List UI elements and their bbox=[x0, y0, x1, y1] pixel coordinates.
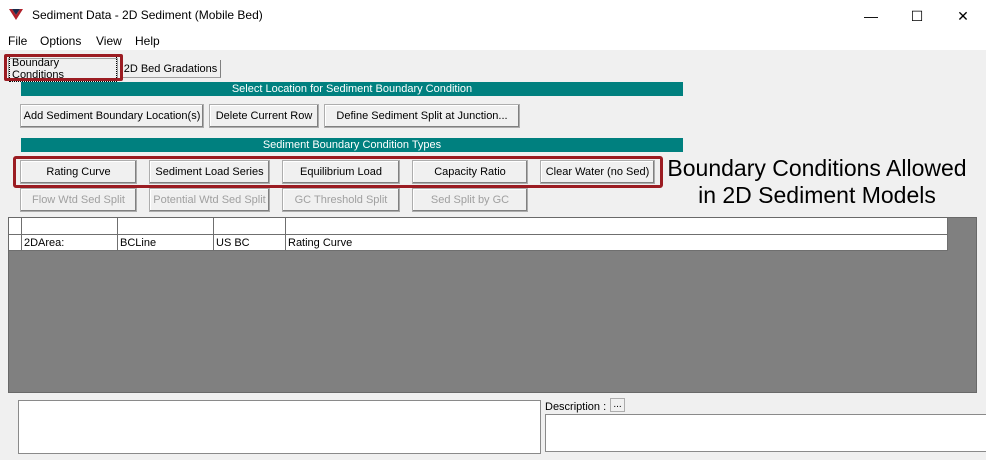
close-button[interactable]: ✕ bbox=[940, 0, 986, 32]
menu-options[interactable]: Options bbox=[40, 34, 81, 48]
sed-split-by-gc-button: Sed Split by GC bbox=[412, 188, 528, 212]
description-label: Description : bbox=[545, 401, 607, 413]
location-section-header: Select Location for Sediment Boundary Co… bbox=[21, 82, 683, 96]
table-row-selector[interactable] bbox=[9, 235, 22, 251]
gc-threshold-split-button: GC Threshold Split bbox=[282, 188, 400, 212]
menu-file[interactable]: File bbox=[8, 34, 27, 48]
grid-header-cell bbox=[286, 218, 948, 235]
hec-ras-app-icon bbox=[9, 9, 23, 20]
menu-view[interactable]: View bbox=[96, 34, 122, 48]
annotation-text: Boundary Conditions Allowed in 2D Sedime… bbox=[667, 155, 967, 209]
tab-2d-bed-gradations[interactable]: 2D Bed Gradations bbox=[121, 60, 221, 78]
description-ellipsis-button[interactable]: ... bbox=[610, 398, 625, 412]
grid-header-cell bbox=[9, 218, 22, 235]
annotation-line-1: Boundary Conditions Allowed bbox=[667, 155, 967, 181]
minimize-button[interactable]: — bbox=[848, 0, 894, 32]
grid-cell-area[interactable]: 2DArea: bbox=[22, 235, 118, 251]
menu-help[interactable]: Help bbox=[135, 34, 160, 48]
annotation-line-2: in 2D Sediment Models bbox=[698, 182, 936, 208]
grid-cell-bc-location[interactable]: US BC bbox=[214, 235, 286, 251]
notes-textbox[interactable] bbox=[18, 400, 541, 454]
potential-wtd-sed-split-button: Potential Wtd Sed Split bbox=[149, 188, 270, 212]
menu-bar: File Options View Help bbox=[0, 32, 986, 50]
allowed-types-highlight-box bbox=[13, 156, 663, 188]
description-textbox[interactable] bbox=[545, 414, 986, 452]
grid-header-cell bbox=[214, 218, 286, 235]
tab-highlight-box bbox=[4, 54, 123, 81]
grid-header-cell bbox=[22, 218, 118, 235]
grid-cell-bc-type[interactable]: Rating Curve bbox=[286, 235, 948, 251]
delete-current-row-button[interactable]: Delete Current Row bbox=[209, 104, 319, 128]
types-section-header: Sediment Boundary Condition Types bbox=[21, 138, 683, 152]
define-sediment-split-button[interactable]: Define Sediment Split at Junction... bbox=[324, 104, 520, 128]
maximize-button[interactable]: ☐ bbox=[894, 0, 940, 32]
window-title: Sediment Data - 2D Sediment (Mobile Bed) bbox=[32, 8, 263, 22]
flow-wtd-sed-split-button: Flow Wtd Sed Split bbox=[20, 188, 137, 212]
title-bar: Sediment Data - 2D Sediment (Mobile Bed)… bbox=[0, 0, 986, 32]
grid-header-cell bbox=[118, 218, 214, 235]
grid-cell-bcline[interactable]: BCLine bbox=[118, 235, 214, 251]
tab-2d-bed-gradations-label: 2D Bed Gradations bbox=[123, 62, 218, 75]
add-sediment-boundary-location-button[interactable]: Add Sediment Boundary Location(s) bbox=[20, 104, 204, 128]
